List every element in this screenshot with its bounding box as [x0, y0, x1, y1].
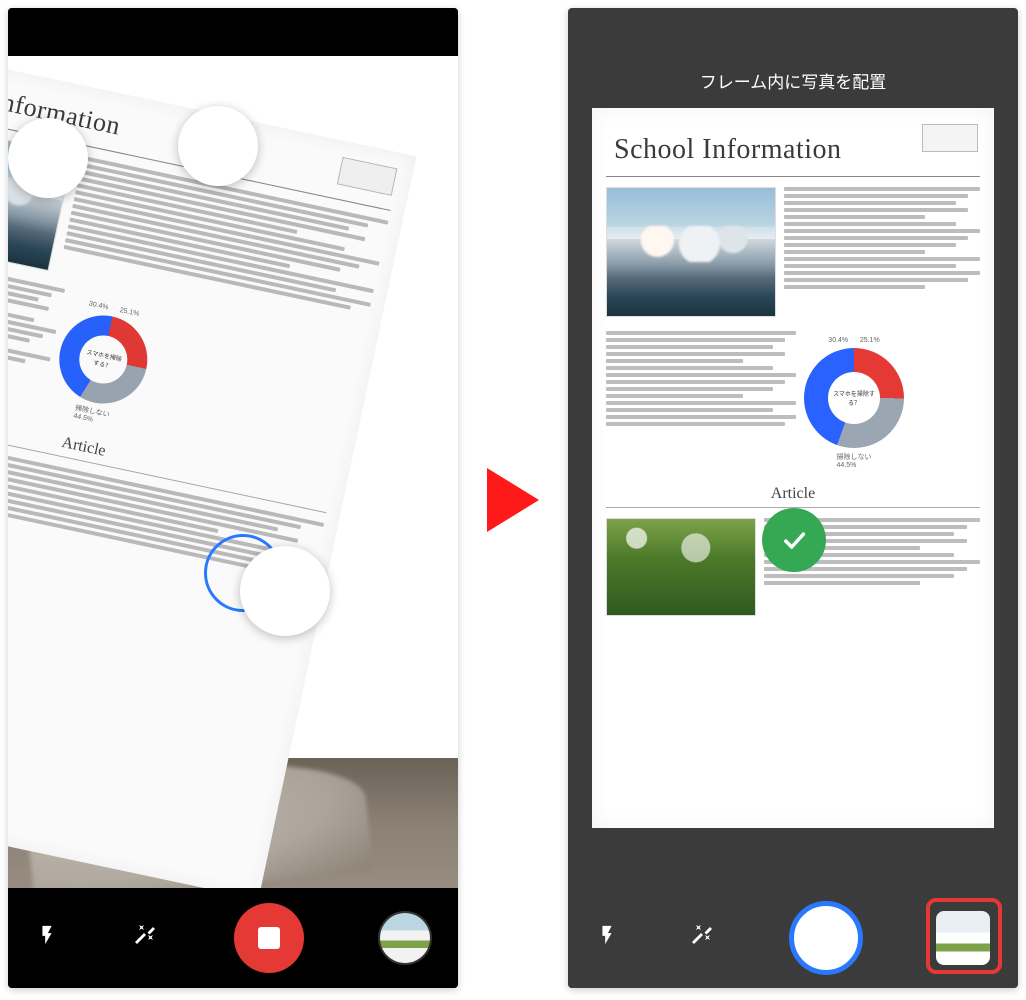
magic-wand-icon[interactable] [691, 923, 715, 953]
camera-controls [8, 888, 458, 988]
status-bar [8, 8, 458, 56]
instruction-text: フレーム内に写真を配置 [568, 68, 1018, 93]
greenery-photo [606, 518, 756, 616]
donut-center-label: スマホを掃除する？ [75, 331, 132, 388]
donut-bottom-label: 掃除しない44.5% [837, 452, 872, 469]
scan-corner-dot [178, 106, 258, 186]
body-text [784, 187, 980, 317]
phone-scanning: School Information 30.4% 25.1% スマホを掃除する？ [8, 8, 458, 988]
doc-header-box [922, 124, 978, 152]
donut-ring: スマホを掃除する？ [804, 348, 904, 448]
stop-icon [258, 927, 280, 949]
shutter-button[interactable] [789, 901, 863, 975]
camera-viewport[interactable]: School Information 30.4% 25.1% スマホを掃除する？ [8, 56, 458, 888]
donut-chart: 30.4% 25.1% スマホを掃除する？ 掃除しない44.5% [804, 331, 904, 475]
donut-center-label: スマホを掃除する？ [828, 372, 880, 424]
magic-wand-icon[interactable] [134, 923, 158, 953]
flash-icon[interactable] [36, 924, 58, 952]
thumbnail-preview[interactable] [380, 913, 430, 963]
scan-corner-dot [8, 118, 88, 198]
arrow-icon [487, 468, 539, 532]
article-heading: Article [592, 485, 994, 503]
shutter-button[interactable] [234, 903, 304, 973]
thumbnail-wrap [936, 911, 990, 965]
donut-top-labels: 30.4% 25.1% [828, 337, 879, 344]
thumbnail-preview[interactable] [936, 911, 990, 965]
donut-bottom-label: 掃除しない44.5% [73, 403, 111, 427]
scanned-document: School Information 30.4% 25.1% スマホを掃除する？ [592, 108, 994, 828]
mountain-photo [606, 187, 776, 317]
divider [606, 176, 980, 177]
body-text-2 [606, 331, 796, 426]
success-check-icon [762, 508, 826, 572]
scan-target-dot [240, 546, 330, 636]
camera-controls [568, 888, 1018, 988]
donut-ring: スマホを掃除する？ [51, 307, 155, 411]
flash-icon[interactable] [596, 924, 618, 952]
donut-chart: 30.4% 25.1% スマホを掃除する？ 掃除しない44.5% [45, 291, 159, 438]
phone-captured: フレーム内に写真を配置 School Information 30.4% 25.… [568, 8, 1018, 988]
